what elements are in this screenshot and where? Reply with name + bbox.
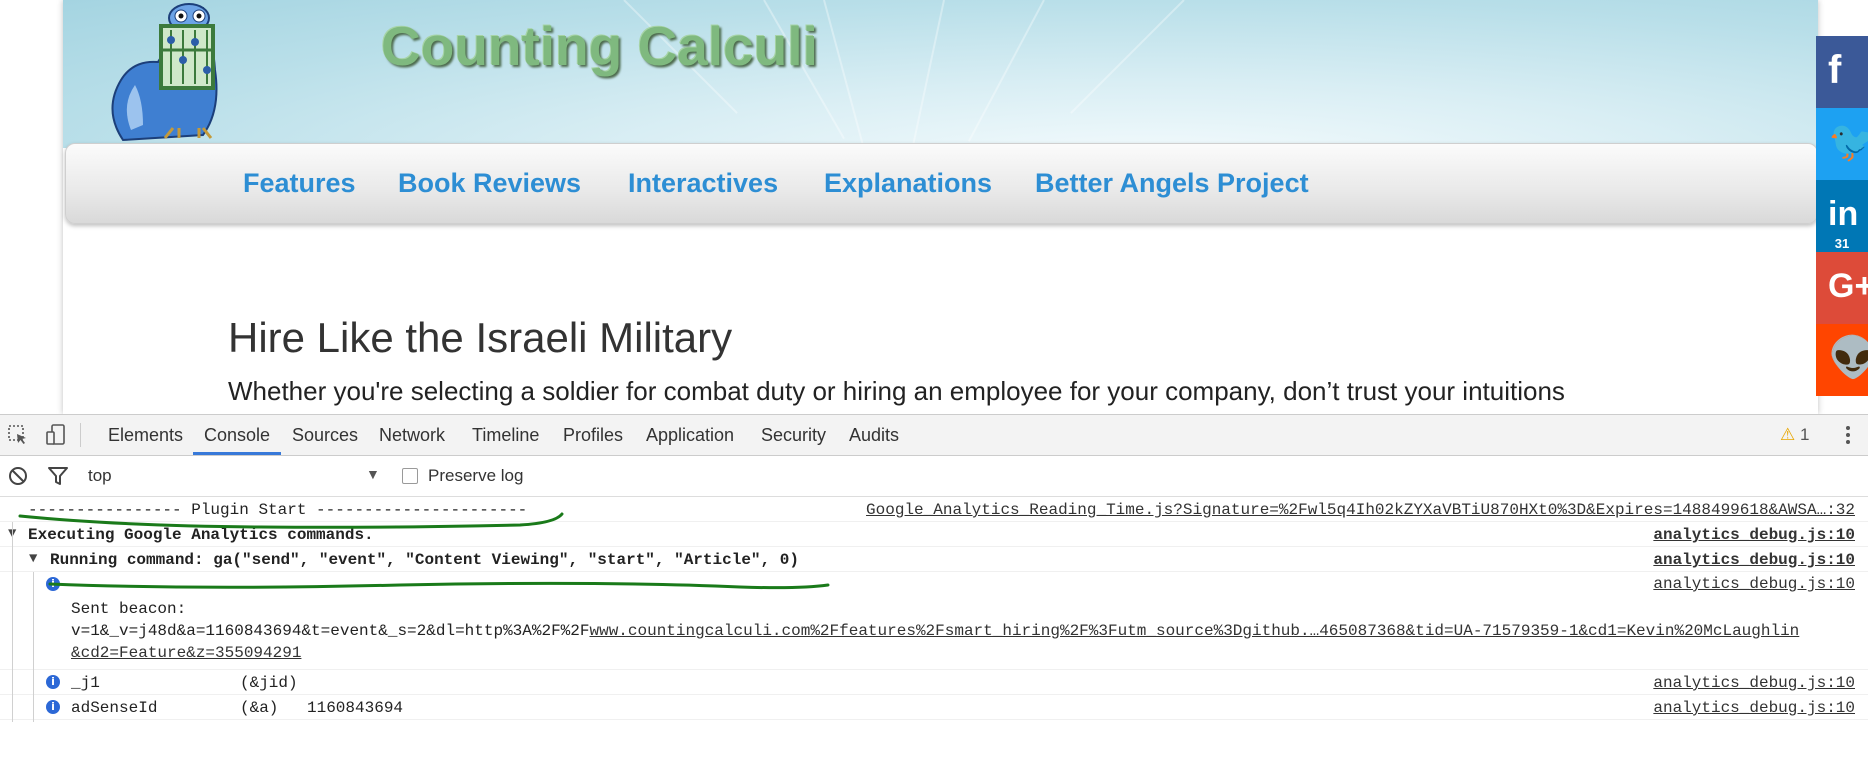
- beacon-url-link-cont[interactable]: &cd2=Feature&z=355094291: [71, 644, 301, 662]
- tab-console[interactable]: Console: [204, 425, 270, 446]
- facebook-share-icon: f: [1828, 48, 1842, 92]
- log-row-plugin-start: ---------------- Plugin Start ----------…: [0, 497, 1868, 522]
- devtools-panel: Elements Console Sources Network Timelin…: [0, 414, 1868, 762]
- active-tab-indicator: [193, 452, 281, 455]
- info-icon: i: [46, 700, 60, 714]
- tab-timeline[interactable]: Timeline: [472, 425, 539, 446]
- googleplus-share-button[interactable]: G+: [1816, 252, 1868, 324]
- nav-book-reviews[interactable]: Book Reviews: [398, 168, 581, 199]
- nav-explanations[interactable]: Explanations: [824, 168, 992, 199]
- log-row-sent-beacon: i analytics_debug.js:10 Sent beacon: v=1…: [0, 572, 1868, 670]
- social-share-bar: f 🐦 in 31 G+ 👽: [1816, 36, 1868, 396]
- beacon-url-link[interactable]: www.countingcalculi.com%2Ffeatures%2Fsma…: [589, 622, 1799, 640]
- log-source-link[interactable]: analytics_debug.js:10: [1653, 551, 1855, 569]
- log-source-link[interactable]: analytics_debug.js:10: [1653, 526, 1855, 544]
- field-value: 1160843694: [307, 699, 404, 717]
- googleplus-share-icon: G+: [1828, 267, 1868, 305]
- tab-application[interactable]: Application: [646, 425, 734, 446]
- article-title: Hire Like the Israeli Military: [228, 314, 733, 361]
- context-dropdown-icon[interactable]: ▼: [366, 466, 380, 482]
- nav-interactives[interactable]: Interactives: [628, 168, 778, 199]
- tab-elements[interactable]: Elements: [108, 425, 183, 446]
- beacon-payload-line2: &cd2=Feature&z=355094291: [71, 644, 301, 662]
- warning-count: 1: [1799, 425, 1810, 444]
- inspect-element-icon[interactable]: [6, 423, 30, 447]
- warning-counter[interactable]: ⚠ 1: [1780, 425, 1809, 445]
- field-param: (&jid): [240, 674, 298, 692]
- info-icon: i: [46, 577, 60, 591]
- group-indent-guide: [12, 522, 13, 722]
- site-title[interactable]: Counting Calculi: [381, 14, 818, 78]
- beacon-label: Sent beacon:: [71, 600, 187, 618]
- page-container: Counting Calculi Features Book Reviews I…: [63, 0, 1818, 414]
- devtools-toolbar: Elements Console Sources Network Timelin…: [0, 415, 1868, 456]
- site-header: Counting Calculi: [63, 0, 1818, 148]
- article-subtitle: Whether you're selecting a soldier for c…: [228, 376, 1565, 406]
- more-options-icon[interactable]: [1838, 423, 1858, 447]
- field-key: _j1: [71, 674, 100, 692]
- twitter-share-button[interactable]: 🐦: [1816, 108, 1868, 180]
- filter-icon[interactable]: [46, 464, 70, 488]
- clear-console-icon[interactable]: [6, 464, 30, 488]
- twitter-share-icon: 🐦: [1828, 120, 1868, 164]
- log-message: ---------------- Plugin Start ----------…: [28, 501, 528, 519]
- field-key: adSenseId: [71, 699, 158, 717]
- info-icon: i: [46, 675, 60, 689]
- nav-features[interactable]: Features: [243, 168, 356, 199]
- log-message: Executing Google Analytics commands.: [28, 526, 374, 544]
- device-mode-icon[interactable]: [44, 423, 68, 447]
- log-source-link[interactable]: Google_Analytics_Reading_Time.js?Signatu…: [866, 501, 1855, 519]
- log-group-executing[interactable]: ▼ Executing Google Analytics commands. a…: [0, 522, 1868, 547]
- preserve-log-checkbox[interactable]: [402, 468, 418, 484]
- log-source-link[interactable]: analytics_debug.js:10: [1653, 674, 1855, 692]
- linkedin-share-icon: in: [1828, 195, 1859, 233]
- log-row-field: i _j1 (&jid) analytics_debug.js:10: [0, 670, 1868, 695]
- log-message: Running command: ga("send", "event", "Co…: [50, 551, 799, 569]
- main-navigation: Features Book Reviews Interactives Expla…: [65, 143, 1818, 224]
- tab-profiles[interactable]: Profiles: [563, 425, 623, 446]
- website-viewport: Counting Calculi Features Book Reviews I…: [0, 0, 1868, 414]
- tab-sources[interactable]: Sources: [292, 425, 358, 446]
- tab-security[interactable]: Security: [761, 425, 826, 446]
- linkedin-share-count: 31: [1834, 236, 1850, 251]
- field-param: (&a): [240, 699, 279, 717]
- log-row-field: i adSenseId (&a) 1160843694 analytics_de…: [0, 695, 1868, 720]
- facebook-share-button[interactable]: f: [1816, 36, 1868, 108]
- collapse-triangle-icon[interactable]: ▼: [29, 551, 37, 567]
- log-source-link[interactable]: analytics_debug.js:10: [1653, 575, 1855, 593]
- log-source-link[interactable]: analytics_debug.js:10: [1653, 699, 1855, 717]
- context-selector[interactable]: top: [88, 466, 112, 486]
- tab-network[interactable]: Network: [379, 425, 445, 446]
- log-group-running-command[interactable]: ▼ Running command: ga("send", "event", "…: [0, 547, 1868, 572]
- console-filter-bar: top ▼ Preserve log: [0, 456, 1868, 497]
- nav-better-angels-project[interactable]: Better Angels Project: [1035, 168, 1309, 199]
- beacon-payload-line1: v=1&_v=j48d&a=1160843694&t=event&_s=2&dl…: [71, 622, 1800, 640]
- warning-icon: ⚠: [1780, 425, 1796, 444]
- owl-logo[interactable]: [103, 0, 243, 142]
- tab-audits[interactable]: Audits: [849, 425, 899, 446]
- console-output: ---------------- Plugin Start ----------…: [0, 497, 1868, 762]
- reddit-share-button[interactable]: 👽: [1816, 324, 1868, 396]
- linkedin-share-button[interactable]: in 31: [1816, 180, 1868, 252]
- group-indent-guide: [33, 572, 34, 722]
- preserve-log-label: Preserve log: [428, 466, 524, 485]
- reddit-share-icon: 👽: [1828, 336, 1868, 380]
